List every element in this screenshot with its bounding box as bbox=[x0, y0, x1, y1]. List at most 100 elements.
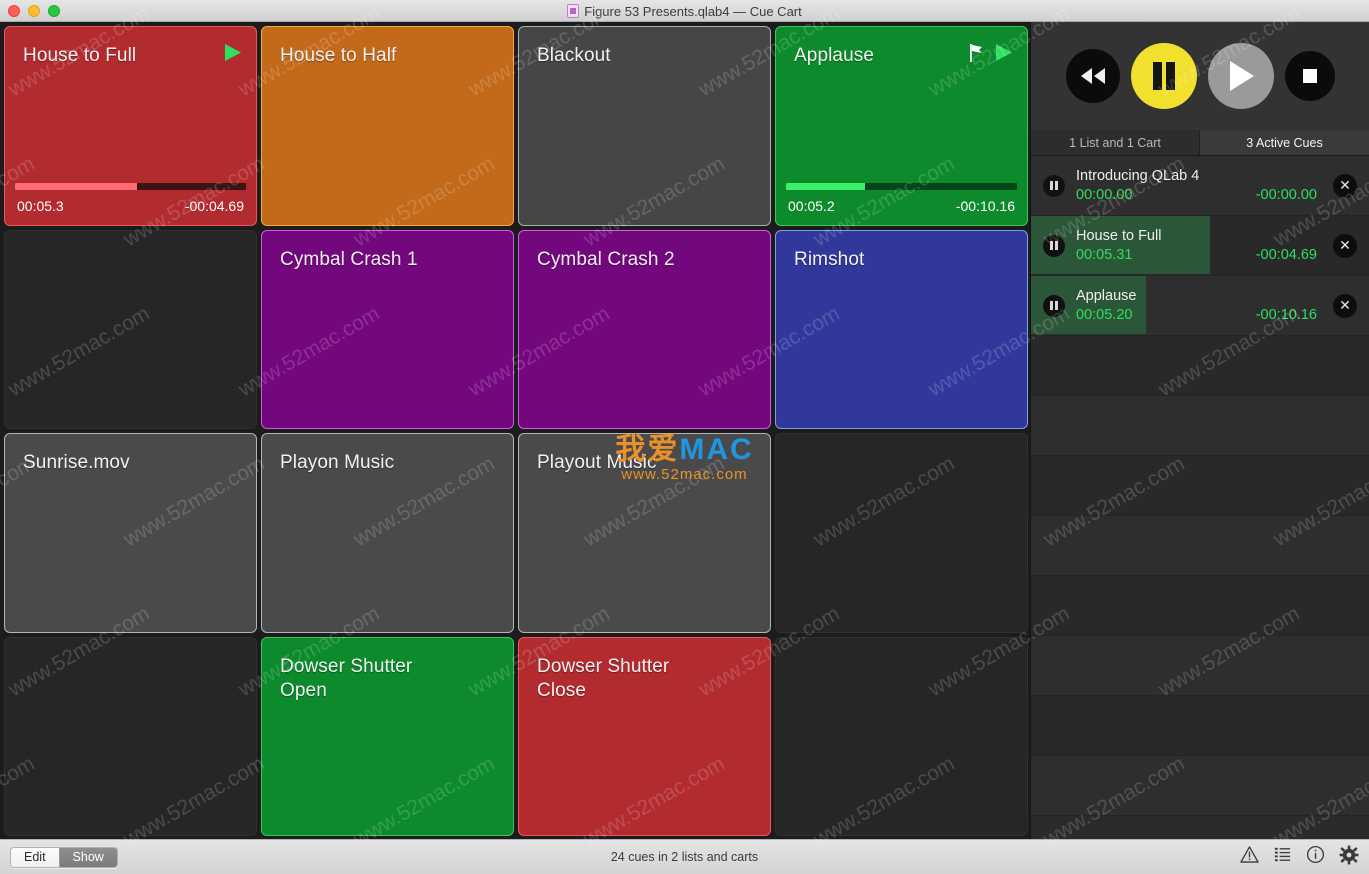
cue-progress-fill bbox=[786, 182, 865, 190]
cue-footer: 00:05.3 -00:04.69 bbox=[5, 182, 256, 225]
active-cue-name: Introducing QLab 4 bbox=[1076, 168, 1200, 184]
cue-footer: 00:05.2 -00:10.16 bbox=[776, 182, 1027, 225]
cue-title: Playon Music bbox=[280, 452, 395, 473]
document-icon bbox=[567, 4, 580, 18]
cue-cell-empty[interactable] bbox=[4, 229, 257, 429]
list-icon[interactable] bbox=[1273, 845, 1292, 869]
cue-button[interactable]: Dowser Shutter Open bbox=[261, 636, 514, 836]
cue-button[interactable]: Sunrise.mov bbox=[4, 433, 257, 633]
pause-button[interactable] bbox=[1130, 43, 1197, 109]
cue-remaining: -00:10.16 bbox=[955, 197, 1015, 214]
cue-button[interactable]: Playon Music bbox=[261, 433, 514, 633]
close-button[interactable] bbox=[8, 4, 20, 17]
cue-progress-fill bbox=[15, 182, 138, 190]
cue-title: House to Full bbox=[23, 45, 137, 66]
active-cue-times: 00:05.31 -00:04.69 bbox=[1076, 247, 1327, 263]
rewind-icon bbox=[1080, 68, 1105, 84]
active-cue-info: Applause 00:05.20 -00:10.16 bbox=[1076, 288, 1327, 323]
panel-tabs: 1 List and 1 Cart 3 Active Cues bbox=[1031, 130, 1369, 156]
cue-button[interactable]: Applause 00:05.2 -00:10.16 bbox=[775, 26, 1028, 226]
cue-button[interactable]: House to Full 00:05.3 -00:04.69 bbox=[4, 26, 257, 226]
active-cue-empty-row bbox=[1031, 396, 1369, 456]
pause-icon bbox=[1152, 62, 1175, 90]
active-cue-times: 00:00.00 -00:00.00 bbox=[1076, 187, 1327, 203]
play-indicator-icon bbox=[224, 43, 242, 67]
cue-cell-empty[interactable] bbox=[4, 636, 257, 836]
window-title: Figure 53 Presents.qlab4 — Cue Cart bbox=[584, 3, 802, 19]
active-cue-row[interactable]: Introducing QLab 4 00:00.00 -00:00.00 ✕ bbox=[1031, 156, 1369, 216]
cue-cell-empty[interactable] bbox=[775, 433, 1028, 633]
cue-progress-track bbox=[786, 182, 1017, 190]
active-cue-elapsed: 00:05.31 bbox=[1076, 247, 1133, 263]
active-cues-list: Introducing QLab 4 00:00.00 -00:00.00 ✕ Hous… bbox=[1031, 156, 1369, 839]
active-cue-empty-row bbox=[1031, 516, 1369, 576]
info-icon[interactable] bbox=[1306, 845, 1325, 869]
cue-button[interactable]: Rimshot bbox=[775, 229, 1028, 429]
mode-button-show[interactable]: Show bbox=[58, 847, 117, 867]
cue-title: Dowser Shutter Close bbox=[537, 655, 670, 701]
cue-title: Cymbal Crash 1 bbox=[280, 248, 418, 270]
panel-tab[interactable]: 1 List and 1 Cart bbox=[1031, 130, 1200, 156]
cue-icon-group bbox=[224, 43, 242, 67]
active-cue-remaining: -00:10.16 bbox=[1255, 307, 1317, 323]
active-cue-pause-button[interactable] bbox=[1043, 234, 1065, 257]
cue-button[interactable]: Blackout bbox=[518, 26, 771, 226]
status-icon-group bbox=[1240, 845, 1359, 870]
status-message: 24 cues in 2 lists and carts bbox=[610, 850, 759, 864]
active-cue-info: House to Full 00:05.31 -00:04.69 bbox=[1076, 228, 1327, 263]
active-cue-empty-row bbox=[1031, 576, 1369, 636]
cue-times: 00:05.2 -00:10.16 bbox=[776, 190, 1027, 225]
cue-button[interactable]: Dowser Shutter Close bbox=[518, 636, 771, 836]
cue-button[interactable]: Cymbal Crash 2 bbox=[518, 229, 771, 429]
cue-title: House to Half bbox=[280, 45, 397, 66]
active-cue-stop-button[interactable]: ✕ bbox=[1333, 293, 1357, 318]
rewind-button[interactable] bbox=[1065, 49, 1120, 103]
active-cue-name: Applause bbox=[1076, 288, 1137, 304]
active-cue-remaining: -00:04.69 bbox=[1255, 247, 1317, 263]
cue-title: Cymbal Crash 2 bbox=[537, 248, 675, 270]
cue-elapsed: 00:05.2 bbox=[788, 197, 835, 214]
cue-button[interactable]: Cymbal Crash 1 bbox=[261, 229, 514, 429]
cue-button[interactable]: House to Half bbox=[261, 26, 514, 226]
active-cue-empty-row bbox=[1031, 756, 1369, 816]
play-icon bbox=[1229, 61, 1254, 91]
cue-icon-group bbox=[969, 43, 1013, 67]
cue-times: 00:05.3 -00:04.69 bbox=[5, 190, 256, 225]
mode-button-edit[interactable]: Edit bbox=[11, 847, 59, 867]
main-body: House to Full 00:05.3 -00:04.69 House to Ha… bbox=[0, 22, 1369, 839]
active-cue-stop-button[interactable]: ✕ bbox=[1333, 233, 1357, 258]
active-cue-row[interactable]: Applause 00:05.20 -00:10.16 ✕ bbox=[1031, 276, 1369, 336]
active-cue-pause-button[interactable] bbox=[1043, 294, 1065, 317]
active-cue-row[interactable]: House to Full 00:05.31 -00:04.69 ✕ bbox=[1031, 216, 1369, 276]
zoom-button[interactable] bbox=[48, 4, 60, 17]
stop-button[interactable] bbox=[1284, 51, 1335, 101]
active-cue-stop-button[interactable]: ✕ bbox=[1333, 173, 1357, 198]
active-cue-elapsed: 00:00.00 bbox=[1076, 187, 1133, 203]
play-indicator-icon bbox=[995, 43, 1013, 67]
cue-cart-grid: House to Full 00:05.3 -00:04.69 House to Ha… bbox=[0, 22, 1030, 839]
cue-title: Rimshot bbox=[794, 248, 865, 270]
cue-title: Sunrise.mov bbox=[23, 452, 130, 473]
minimize-button[interactable] bbox=[28, 4, 40, 17]
warning-icon[interactable] bbox=[1240, 845, 1259, 869]
active-cue-times: 00:05.20 -00:10.16 bbox=[1076, 307, 1327, 323]
stop-icon bbox=[1302, 69, 1317, 83]
side-panel: 1 List and 1 Cart 3 Active Cues Introduci… bbox=[1030, 22, 1369, 839]
gear-icon[interactable] bbox=[1339, 845, 1359, 870]
active-cue-name: House to Full bbox=[1076, 228, 1162, 244]
play-button[interactable] bbox=[1207, 43, 1274, 109]
status-bar: Edit Show 24 cues in 2 lists and carts bbox=[0, 839, 1369, 874]
cue-progress-track bbox=[15, 182, 246, 190]
flag-icon bbox=[969, 43, 985, 67]
edit-show-segmented-control[interactable]: Edit Show bbox=[10, 846, 118, 868]
cue-title: Blackout bbox=[537, 45, 611, 66]
cue-button[interactable]: Playout Music bbox=[518, 433, 771, 633]
qlab-window: Figure 53 Presents.qlab4 — Cue Cart Hous… bbox=[0, 0, 1369, 874]
cue-remaining: -00:04.69 bbox=[184, 197, 244, 214]
panel-tab[interactable]: 3 Active Cues bbox=[1200, 130, 1369, 156]
active-cue-pause-button[interactable] bbox=[1043, 174, 1065, 197]
window-title-group: Figure 53 Presents.qlab4 — Cue Cart bbox=[0, 0, 1369, 22]
cue-elapsed: 00:05.3 bbox=[17, 197, 64, 214]
cue-cell-empty[interactable] bbox=[775, 636, 1028, 836]
active-cue-empty-row bbox=[1031, 336, 1369, 396]
